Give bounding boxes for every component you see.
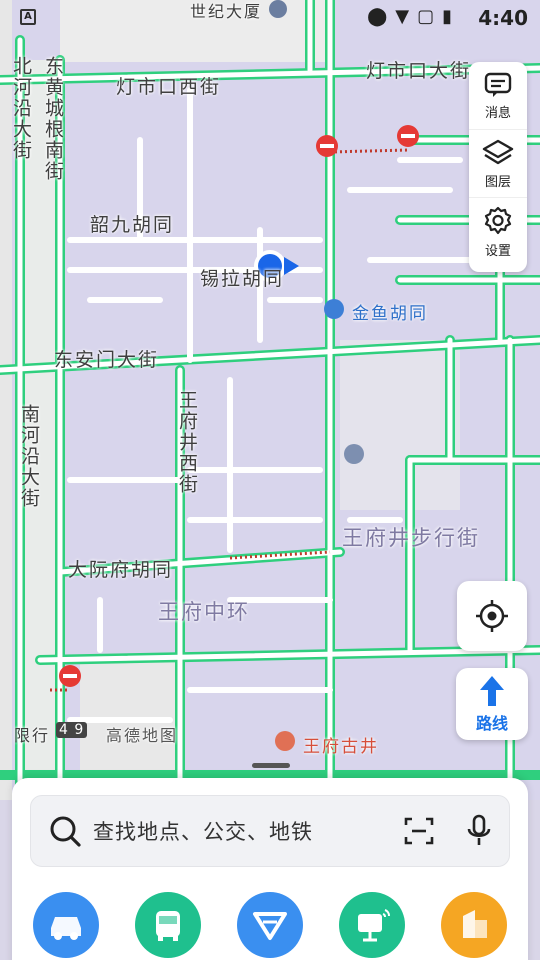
gear-icon: [484, 206, 512, 235]
search-icon: [50, 816, 81, 847]
map-label-nanheyan: 南河沿大街: [18, 404, 40, 509]
sheet-drag-handle[interactable]: [252, 763, 290, 768]
map-label-dongan: 东安门大街: [54, 349, 160, 371]
map-label-dengshikou-west: 灯市口西街: [116, 76, 222, 98]
map-label-donghuangcheng: 东黄城根南街: [42, 56, 64, 182]
bus-icon: [135, 892, 201, 958]
route-button[interactable]: 路线: [456, 668, 528, 740]
layers-label: 图层: [484, 174, 511, 190]
building-icon: [441, 892, 507, 958]
arrow-up-icon: [480, 676, 504, 706]
map-label-xila: 锡拉胡同: [200, 268, 285, 290]
poi-wangfu-gujing[interactable]: 王府古井: [303, 732, 379, 757]
settings-label: 设置: [484, 244, 511, 259]
notification-icon: A: [20, 9, 36, 25]
status-bar: A ⬤▼▢▮ 4:40: [0, 0, 540, 34]
quick-metro-button[interactable]: [339, 892, 405, 958]
restriction-numbers[interactable]: 4 9: [56, 722, 88, 738]
map-tools-panel: 消息 图层 设置: [469, 62, 527, 272]
locate-me-button[interactable]: [457, 581, 527, 651]
car-icon: [33, 892, 99, 958]
layers-button[interactable]: 图层: [469, 130, 527, 198]
messages-button[interactable]: 消息: [469, 62, 527, 130]
quick-actions-row: [12, 890, 528, 960]
quick-navigate-button[interactable]: [237, 892, 303, 958]
search-bar[interactable]: 查找地点、公交、地铁: [30, 795, 510, 867]
scan-icon[interactable]: [403, 815, 435, 847]
map-label-wangfu-central: 王府中环: [158, 600, 250, 624]
route-label: 路线: [475, 714, 508, 733]
search-input[interactable]: 查找地点、公交、地铁: [93, 816, 403, 846]
quick-nearby-button[interactable]: [441, 892, 507, 958]
microphone-icon[interactable]: [465, 814, 493, 848]
status-icons: ⬤▼▢▮: [367, 6, 460, 27]
map-label-wangfujing-walk: 王府井步行街: [342, 526, 480, 550]
map-label-dayuanfu: 大阮府胡同: [68, 559, 174, 581]
map-watermark-gaode: 高德地图: [106, 726, 179, 745]
map-label-beiheyan: 北河沿大街: [10, 56, 32, 161]
map-label-wangfujing-west: 王府井西街: [176, 390, 198, 495]
message-icon: [484, 72, 512, 97]
messages-label: 消息: [484, 105, 511, 121]
metro-icon: [339, 892, 405, 958]
bottom-sheet: 查找地点、公交、地铁: [12, 778, 528, 960]
layers-icon: [482, 139, 514, 164]
settings-button[interactable]: 设置: [469, 198, 527, 266]
status-time: 4:40: [478, 6, 528, 30]
quick-drive-button[interactable]: [33, 892, 99, 958]
poi-jinyu[interactable]: 金鱼胡同: [352, 299, 428, 324]
map-label-dengshikou-east: 灯市口大街: [366, 60, 472, 82]
restriction-label[interactable]: 限行: [14, 722, 50, 746]
quick-bus-button[interactable]: [135, 892, 201, 958]
crosshair-icon: [476, 600, 508, 632]
map-label-shaojiu: 韶九胡同: [90, 214, 175, 236]
navigation-icon: [237, 892, 303, 958]
